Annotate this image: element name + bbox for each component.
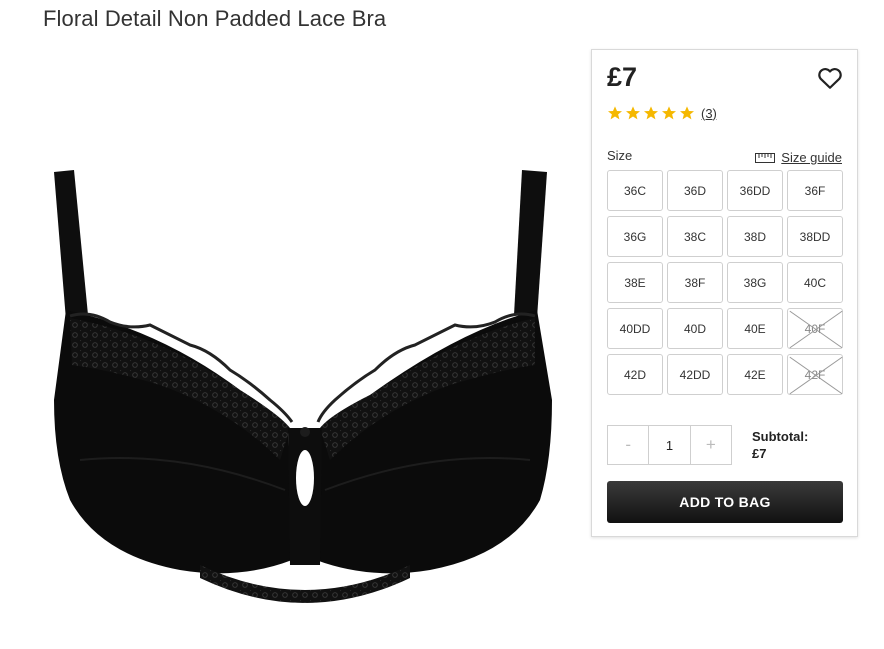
- quantity-increment-button[interactable]: +: [691, 426, 731, 464]
- size-option[interactable]: 36C: [607, 170, 663, 211]
- size-option-unavailable: 42F: [787, 354, 843, 395]
- size-option[interactable]: 38DD: [787, 216, 843, 257]
- size-option[interactable]: 38C: [667, 216, 723, 257]
- size-option[interactable]: 38E: [607, 262, 663, 303]
- size-option[interactable]: 40DD: [607, 308, 663, 349]
- size-option[interactable]: 36DD: [727, 170, 783, 211]
- size-option[interactable]: 40D: [667, 308, 723, 349]
- size-option[interactable]: 36D: [667, 170, 723, 211]
- quantity-decrement-button[interactable]: -: [608, 426, 648, 464]
- size-option[interactable]: 42E: [727, 354, 783, 395]
- size-option[interactable]: 42D: [607, 354, 663, 395]
- size-option[interactable]: 36F: [787, 170, 843, 211]
- subtotal-label: Subtotal:: [752, 429, 809, 444]
- star-icon: [626, 106, 640, 120]
- product-image: [54, 170, 552, 603]
- size-option[interactable]: 38F: [667, 262, 723, 303]
- rating: (3): [607, 105, 717, 121]
- star-icon: [680, 106, 694, 120]
- add-to-bag-button[interactable]: ADD TO BAG: [607, 481, 843, 523]
- size-guide-label: Size guide: [781, 150, 842, 165]
- subtotal-value: £7: [752, 446, 767, 461]
- size-option[interactable]: 36G: [607, 216, 663, 257]
- review-count-link[interactable]: (3): [701, 106, 717, 121]
- star-icon: [644, 106, 658, 120]
- size-option[interactable]: 38G: [727, 262, 783, 303]
- size-option[interactable]: 42DD: [667, 354, 723, 395]
- subtotal: Subtotal: £7: [752, 428, 808, 462]
- size-option[interactable]: 40C: [787, 262, 843, 303]
- star-icon: [662, 106, 676, 120]
- purchase-panel: £7 (3) Size Size guide 36C 36D 36DD 36F …: [591, 49, 858, 537]
- heart-icon[interactable]: [817, 66, 843, 90]
- size-option-unavailable: 40F: [787, 308, 843, 349]
- quantity-stepper: - 1 +: [607, 425, 732, 465]
- size-guide-link[interactable]: Size guide: [755, 150, 842, 165]
- size-label: Size: [607, 148, 633, 163]
- star-icon: [608, 106, 622, 120]
- ruler-icon: [755, 152, 776, 163]
- product-price: £7: [607, 62, 638, 92]
- quantity-value[interactable]: 1: [648, 426, 691, 464]
- size-option[interactable]: 40E: [727, 308, 783, 349]
- size-option[interactable]: 38D: [727, 216, 783, 257]
- size-grid: 36C 36D 36DD 36F 36G 38C 38D 38DD 38E 38…: [607, 170, 843, 395]
- product-title: Floral Detail Non Padded Lace Bra: [43, 6, 387, 31]
